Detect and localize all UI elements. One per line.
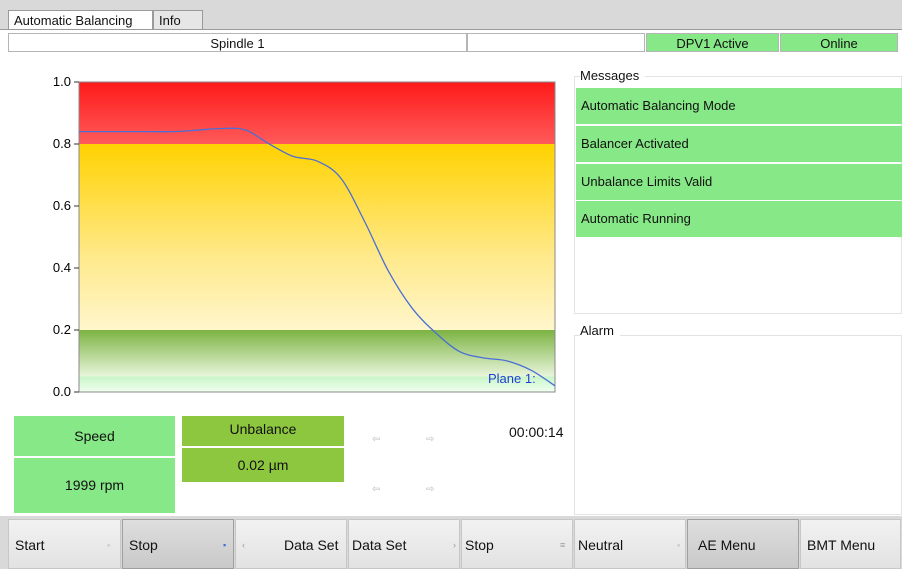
- message-item: Automatic Balancing Mode: [576, 88, 902, 124]
- elapsed-timer: 00:00:14: [509, 424, 564, 440]
- message-item: Balancer Activated: [576, 126, 902, 162]
- zone-green: [79, 330, 555, 377]
- tab-info[interactable]: Info: [153, 10, 203, 30]
- y-tick-label: 0.4: [53, 260, 71, 275]
- data-set-next-button[interactable]: Data Set ›: [348, 519, 460, 569]
- y-tick-label: 0.8: [53, 136, 71, 151]
- speed-value: 1999 rpm: [14, 458, 175, 513]
- data-set-prev-label: Data Set: [284, 537, 339, 553]
- message-item: Automatic Running: [576, 201, 902, 237]
- empty-status: [467, 33, 645, 52]
- arrow-left-icon: ⇦: [372, 484, 381, 495]
- start-button[interactable]: Start ◦: [8, 519, 121, 569]
- message-item: Unbalance Limits Valid: [576, 164, 902, 200]
- start-indicator-icon: ◦: [107, 540, 111, 550]
- arrow-right-icon: ⇨: [426, 434, 435, 445]
- data-set-prev-button[interactable]: ‹ Data Set: [235, 519, 347, 569]
- softkey-bar: Start ◦ Stop ▪ ‹ Data Set Data Set › Sto…: [0, 518, 902, 569]
- y-tick-label: 0.0: [53, 384, 71, 399]
- arrow-left-icon: ⇦: [372, 434, 381, 445]
- ae-menu-label: AE Menu: [698, 537, 756, 553]
- alarm-title: Alarm: [580, 323, 620, 338]
- zone-light-green: [79, 376, 555, 392]
- bmt-menu-button[interactable]: BMT Menu: [800, 519, 901, 569]
- data-set-next-label: Data Set: [352, 537, 407, 553]
- speed-label: Speed: [14, 416, 175, 456]
- list-icon: ≡: [560, 540, 566, 550]
- neutral-label: Neutral: [578, 537, 624, 553]
- arrow-right-icon: ⇨: [426, 484, 435, 495]
- zone-yellow: [79, 144, 555, 330]
- unbalance-value: 0.02 µm: [182, 448, 344, 482]
- y-tick-label: 0.6: [53, 198, 71, 213]
- stop-button[interactable]: Stop ▪: [122, 519, 234, 569]
- messages-title: Messages: [580, 68, 646, 83]
- y-tick-label: 0.2: [53, 322, 71, 337]
- spindle-status: Spindle 1: [8, 33, 467, 52]
- unbalance-chart: 1.0 0.8 0.6 0.4 0.2 0.0 Plane 1:: [53, 74, 556, 399]
- ae-menu-button[interactable]: AE Menu: [687, 519, 799, 569]
- chevron-right-icon: ›: [453, 540, 456, 550]
- alarm-box: [574, 335, 902, 515]
- stop-2-label: Stop: [465, 537, 494, 553]
- dpv-status-badge: DPV1 Active: [646, 33, 779, 52]
- unbalance-label: Unbalance: [182, 416, 344, 446]
- bmt-menu-label: BMT Menu: [807, 537, 876, 553]
- start-label: Start: [15, 537, 45, 553]
- neutral-button[interactable]: Neutral ◦: [574, 519, 686, 569]
- y-tick-label: 1.0: [53, 74, 71, 89]
- stop-label: Stop: [129, 537, 158, 553]
- online-status-badge: Online: [780, 33, 898, 52]
- tab-automatic-balancing[interactable]: Automatic Balancing: [8, 10, 153, 30]
- chevron-left-icon: ‹: [242, 540, 245, 550]
- zone-red: [79, 82, 555, 144]
- stop-indicator-icon: ▪: [223, 540, 227, 550]
- stop-2-button[interactable]: Stop ≡: [461, 519, 573, 569]
- main-panel: Spindle 1 DPV1 Active Online 1.0 0.8 0.6…: [0, 29, 902, 516]
- neutral-indicator-icon: ◦: [677, 540, 681, 550]
- tab-bar: Automatic Balancing Info: [0, 0, 902, 32]
- plane-1-label: Plane 1:: [488, 371, 536, 386]
